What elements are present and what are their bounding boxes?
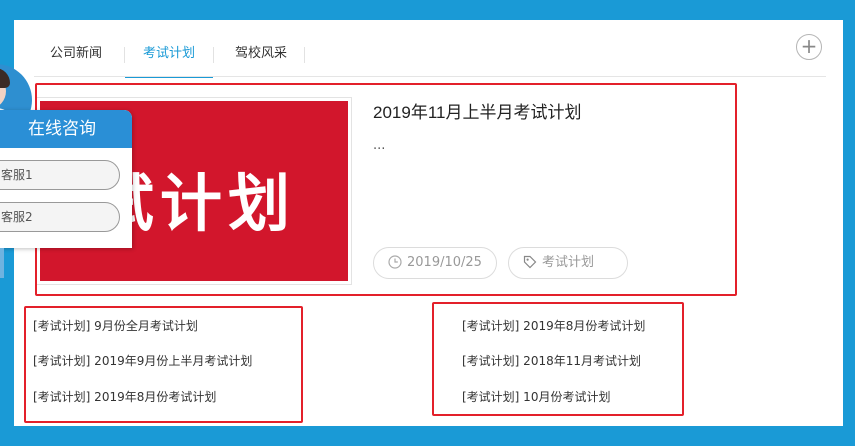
featured-summary: ... [373,138,386,153]
list-item[interactable]: [考试计划] 10月份考试计划 [462,388,610,405]
featured-title[interactable]: 2019年11月上半月考试计划 [373,98,581,123]
tab-school-showcase[interactable]: 驾校风采 [232,40,290,76]
side-strip [0,248,4,278]
list-item[interactable]: [考试计划] 2019年8月份考试计划 [33,388,216,405]
consult-title: 在线咨询 [0,110,132,148]
tab-divider [304,47,305,63]
tag-icon [523,255,537,269]
tab-divider [213,47,214,63]
featured-date: 2019/10/25 [407,255,482,270]
tabs-underline [34,76,826,77]
more-plus-button[interactable]: + [796,34,822,60]
list-item[interactable]: [考试计划] 2019年8月份考试计划 [462,317,645,334]
support-2-button[interactable]: 客服2 [0,202,120,232]
tab-exam-plan[interactable]: 考试计划 [125,40,213,78]
clock-icon [388,255,402,269]
featured-tag: 考试计划 [542,255,595,270]
support-1-button[interactable]: 客服1 [0,160,120,190]
date-pill: 2019/10/25 [373,247,497,279]
online-consult-widget: 在线咨询 客服1 客服2 [0,64,134,248]
list-item[interactable]: [考试计划] 9月份全月考试计划 [33,317,198,334]
consult-panel: 在线咨询 客服1 客服2 [0,110,132,248]
list-item[interactable]: [考试计划] 2019年9月份上半月考试计划 [33,352,252,369]
list-item[interactable]: [考试计划] 2018年11月考试计划 [462,352,641,369]
content-panel: 公司新闻 考试计划 驾校风采 + 试计划 2019年11月上半月考试计划 ...… [14,20,843,426]
tag-pill[interactable]: 考试计划 [508,247,628,279]
